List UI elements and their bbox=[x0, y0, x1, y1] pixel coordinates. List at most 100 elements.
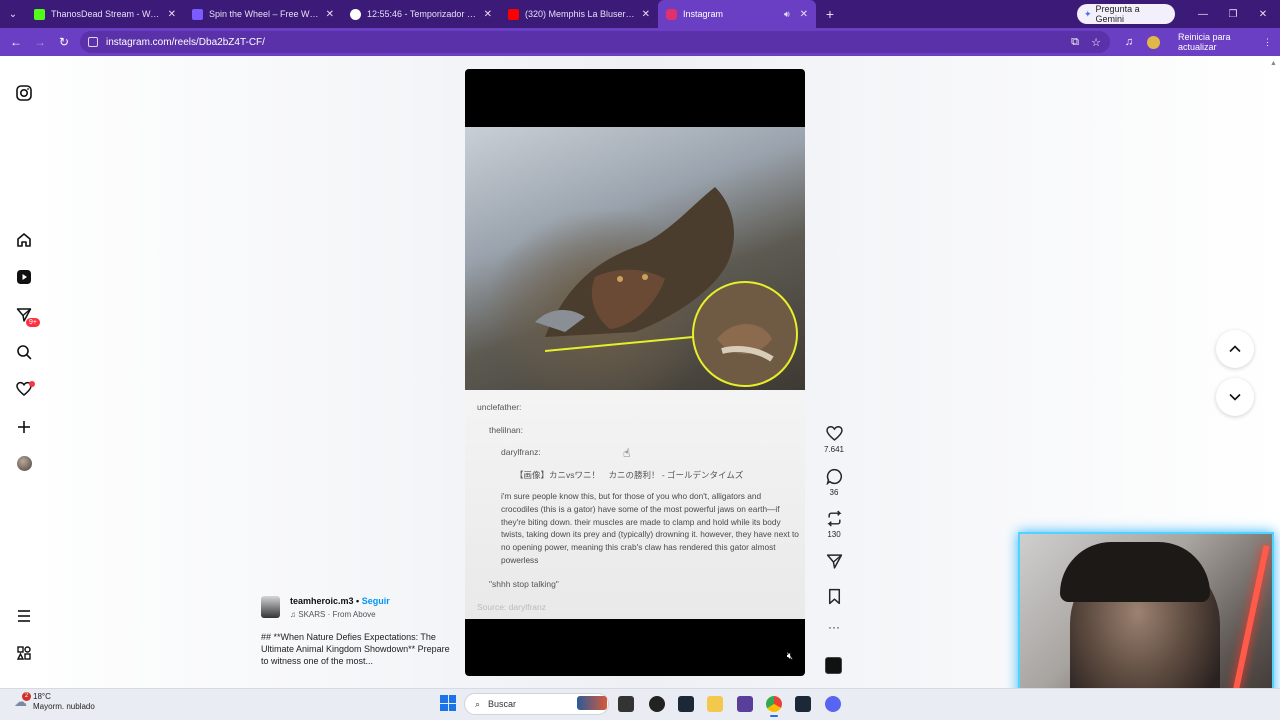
chrome-active-indicator bbox=[770, 715, 778, 717]
author-avatar[interactable] bbox=[261, 596, 280, 618]
post-source: Source: darylfranz bbox=[477, 602, 546, 612]
author-separator: • bbox=[356, 596, 360, 606]
save-button[interactable] bbox=[822, 588, 846, 605]
comment-button[interactable]: 36 bbox=[822, 468, 846, 497]
chevron-up-icon bbox=[1229, 345, 1241, 353]
create-plus-icon[interactable] bbox=[14, 417, 34, 437]
tab-instagram[interactable]: Instagram 🔊︎ ✕ bbox=[658, 0, 816, 28]
post-user-2: thelilnan: bbox=[489, 425, 524, 435]
new-tab-button[interactable]: + bbox=[816, 6, 844, 22]
discord-icon[interactable] bbox=[825, 696, 841, 712]
search-placeholder: Buscar bbox=[488, 699, 517, 709]
restore-icon[interactable]: ❐ bbox=[1218, 0, 1248, 28]
minimize-icon[interactable]: — bbox=[1188, 0, 1218, 28]
author-line: teamheroic.m3 • Seguir bbox=[290, 596, 390, 606]
scrollbar-up-icon[interactable]: ▲ bbox=[1270, 60, 1277, 67]
gemini-label: Pregunta a Gemini bbox=[1095, 4, 1140, 24]
audio-line[interactable]: ♫ SKARS · From Above bbox=[290, 610, 376, 619]
wheel-favicon-icon bbox=[192, 8, 203, 20]
tab-close-icon[interactable]: ✕ bbox=[642, 9, 650, 20]
tab-youtube[interactable]: (320) Memphis La Blusera - Ang ✕ bbox=[500, 0, 658, 28]
app-icon[interactable] bbox=[737, 696, 753, 712]
heart-icon bbox=[825, 425, 843, 441]
comment-bubble-icon bbox=[825, 468, 842, 485]
profile-avatar[interactable] bbox=[17, 456, 32, 471]
tab-close-icon[interactable]: ✕ bbox=[326, 9, 334, 20]
menu-hamburger-icon[interactable] bbox=[14, 606, 34, 626]
bookmark-icon bbox=[828, 588, 840, 605]
red-led-light bbox=[1232, 545, 1270, 693]
post-body: i'm sure people know this, but for those… bbox=[501, 491, 799, 565]
post-headline: 【画像】カニvsワニ！ カニの勝利！ - ゴールデンタイムズ bbox=[515, 470, 744, 480]
tumblr-text-post: unclefather: thelilnan: darylfranz: 【画像】… bbox=[465, 390, 805, 619]
site-info-icon[interactable] bbox=[88, 37, 98, 47]
update-button[interactable]: Reinicia para actualizar ⋮ bbox=[1170, 32, 1280, 52]
repost-button[interactable]: 130 bbox=[822, 510, 846, 539]
tab-close-icon[interactable]: ✕ bbox=[800, 9, 808, 20]
instagram-logo-icon[interactable] bbox=[14, 83, 34, 103]
like-button[interactable]: 7.641 bbox=[822, 425, 846, 454]
previous-reel-button[interactable] bbox=[1216, 330, 1254, 368]
kebab-menu-icon[interactable]: ⋮ bbox=[1263, 37, 1272, 48]
home-icon[interactable] bbox=[14, 230, 34, 250]
temperature: 18°C bbox=[33, 692, 51, 701]
tab-title: ThanosDead Stream - Watch Li bbox=[51, 9, 162, 19]
search-icon: ⌕ bbox=[475, 698, 481, 709]
audio-label: SKARS · From Above bbox=[298, 610, 376, 619]
back-arrow-icon[interactable]: ← bbox=[4, 28, 28, 56]
highlight-line bbox=[545, 336, 694, 352]
tab-timer[interactable]: 12:55:46 - Temporizador Online ✕ bbox=[342, 0, 500, 28]
tab-title: Instagram bbox=[683, 9, 724, 19]
speaker-icon[interactable]: 🔊︎ bbox=[784, 9, 790, 20]
author-username[interactable]: teamheroic.m3 bbox=[290, 596, 354, 606]
post-user-1: unclefather: bbox=[477, 402, 522, 412]
youtube-favicon-icon bbox=[508, 8, 519, 20]
windows-taskbar bbox=[0, 688, 1280, 720]
send-paper-plane-icon bbox=[826, 554, 842, 569]
next-reel-button[interactable] bbox=[1216, 378, 1254, 416]
share-button[interactable] bbox=[822, 553, 846, 570]
zoom-circle-crab bbox=[692, 281, 798, 387]
windows-start-icon[interactable] bbox=[440, 695, 456, 711]
steam-icon[interactable] bbox=[678, 696, 694, 712]
weather-badge: 2 bbox=[22, 692, 31, 701]
reel-caption[interactable]: ## **When Nature Defies Expectations: Th… bbox=[261, 631, 456, 667]
music-note-icon: ♫ bbox=[290, 610, 296, 619]
bookmark-star-icon[interactable]: ☆ bbox=[1087, 28, 1105, 56]
profile-avatar-icon[interactable] bbox=[1144, 28, 1162, 56]
search-icon[interactable] bbox=[14, 342, 34, 362]
gemini-sparkle-icon: ✦ bbox=[1084, 8, 1092, 19]
close-window-icon[interactable]: ✕ bbox=[1248, 0, 1278, 28]
kick-favicon-icon bbox=[34, 8, 45, 20]
address-bar[interactable]: instagram.com/reels/Dba2bZ4T-CF/ bbox=[80, 31, 1110, 53]
tab-close-icon[interactable]: ✕ bbox=[484, 9, 492, 20]
reels-icon[interactable] bbox=[14, 267, 34, 287]
forward-arrow-icon[interactable]: → bbox=[28, 28, 52, 56]
file-explorer-icon[interactable] bbox=[707, 696, 723, 712]
steam-icon-2[interactable] bbox=[795, 696, 811, 712]
repost-icon bbox=[826, 510, 842, 527]
notifications-badge: 9+ bbox=[26, 318, 40, 327]
tab-spin-wheel[interactable]: Spin the Wheel – Free Wheel Sp ✕ bbox=[184, 0, 342, 28]
clock-favicon-icon bbox=[350, 8, 361, 20]
tab-kick[interactable]: ThanosDead Stream - Watch Li ✕ bbox=[26, 0, 184, 28]
chrome-icon[interactable] bbox=[766, 696, 782, 712]
reel-video[interactable]: unclefather: thelilnan: darylfranz: 【画像】… bbox=[465, 69, 805, 676]
gemini-button[interactable]: ✦ Pregunta a Gemini bbox=[1077, 4, 1175, 24]
more-options-icon[interactable]: ··· bbox=[822, 620, 846, 634]
comments-count: 36 bbox=[829, 488, 839, 497]
task-view-icon[interactable] bbox=[618, 696, 634, 712]
mute-speaker-icon[interactable]: 🔇︎ bbox=[787, 651, 793, 662]
post-user-3: darylfranz: bbox=[501, 447, 541, 457]
tab-search-chevron-icon[interactable]: ⌄ bbox=[0, 0, 26, 28]
follow-button[interactable]: Seguir bbox=[362, 596, 390, 606]
also-from-meta-icon[interactable] bbox=[14, 643, 34, 663]
obs-icon[interactable] bbox=[649, 696, 665, 712]
install-app-icon[interactable]: ⧉ bbox=[1066, 28, 1084, 56]
media-controls-icon[interactable]: ♫ bbox=[1120, 28, 1138, 56]
alligator-crab-photo bbox=[465, 127, 805, 390]
audio-cover-thumbnail[interactable] bbox=[825, 657, 842, 674]
tab-close-icon[interactable]: ✕ bbox=[168, 9, 176, 20]
post-reply: "shhh stop talking" bbox=[489, 579, 559, 589]
reload-icon[interactable]: ↻ bbox=[52, 28, 76, 56]
